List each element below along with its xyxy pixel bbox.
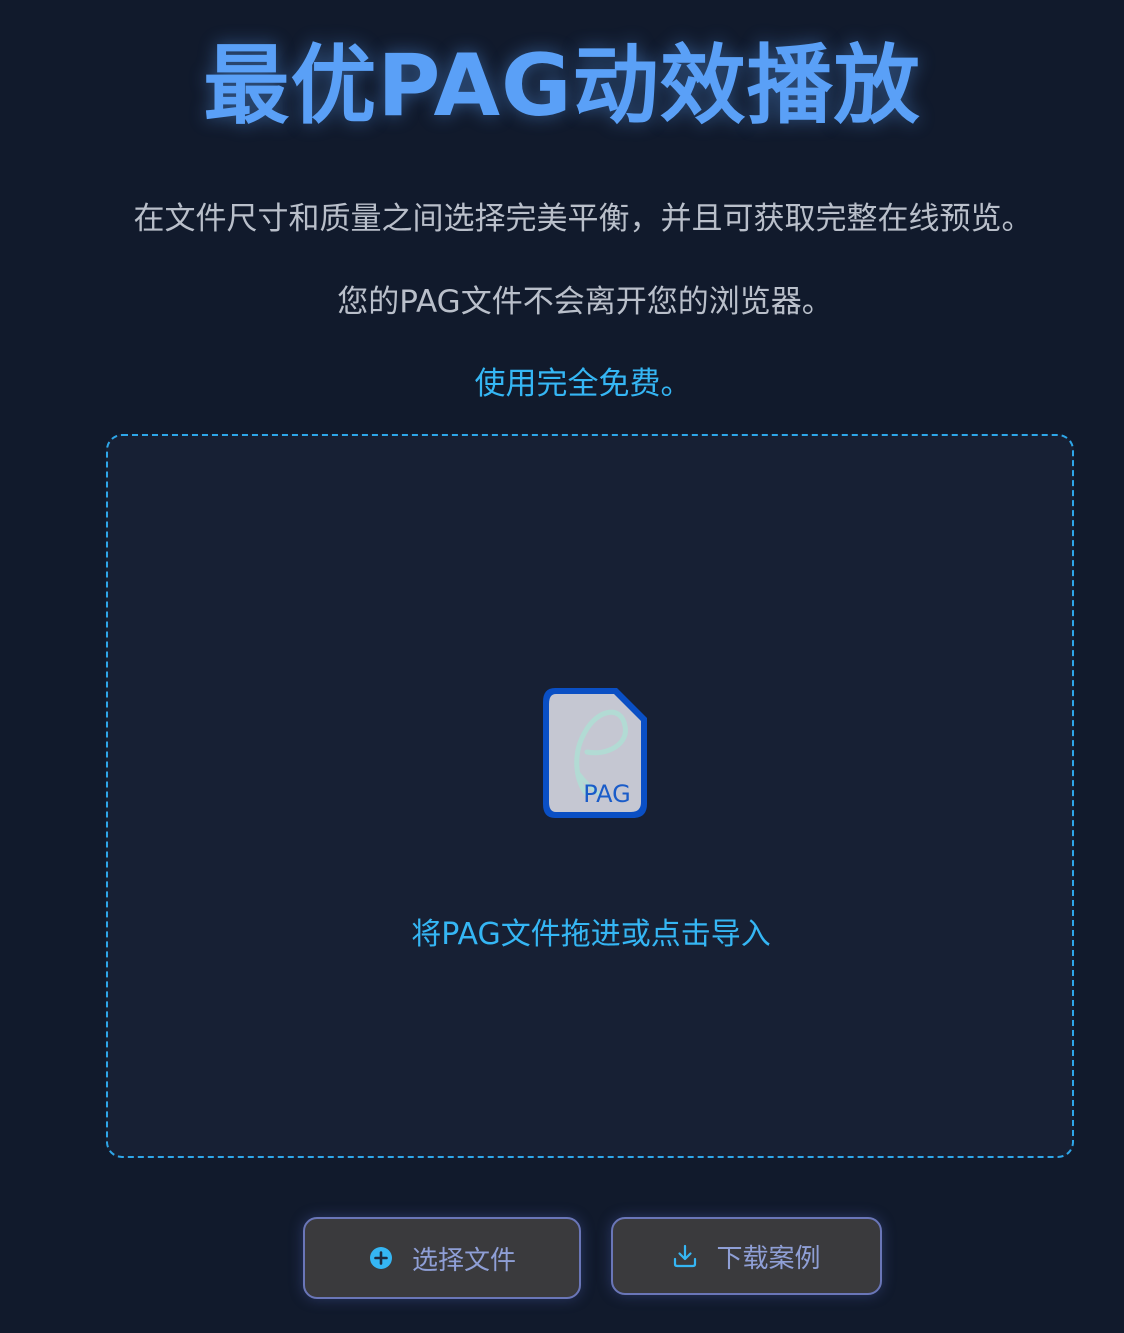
file-dropzone[interactable]: PAG 将PAG文件拖进或点击导入: [106, 434, 1074, 1158]
pag-file-label: PAG: [583, 780, 631, 808]
subtitle-quality: 在文件尺寸和质量之间选择完美平衡，并且可获取完整在线预览。: [133, 201, 1033, 237]
select-file-label: 选择文件: [411, 1245, 516, 1276]
plus-circle-icon: [368, 1245, 394, 1271]
download-example-button[interactable]: 下载案例: [611, 1217, 882, 1295]
subtitle-privacy: 您的PAG文件不会离开您的浏览器。: [337, 284, 833, 320]
page-title: 最优PAG动效播放: [203, 35, 921, 136]
download-icon: [672, 1243, 698, 1269]
dropzone-label: 将PAG文件拖进或点击导入: [411, 917, 771, 952]
download-example-label: 下载案例: [716, 1243, 821, 1274]
select-file-button[interactable]: 选择文件: [303, 1217, 581, 1299]
free-note: 使用完全免费。: [474, 366, 692, 402]
pag-file-icon: PAG: [541, 686, 649, 820]
